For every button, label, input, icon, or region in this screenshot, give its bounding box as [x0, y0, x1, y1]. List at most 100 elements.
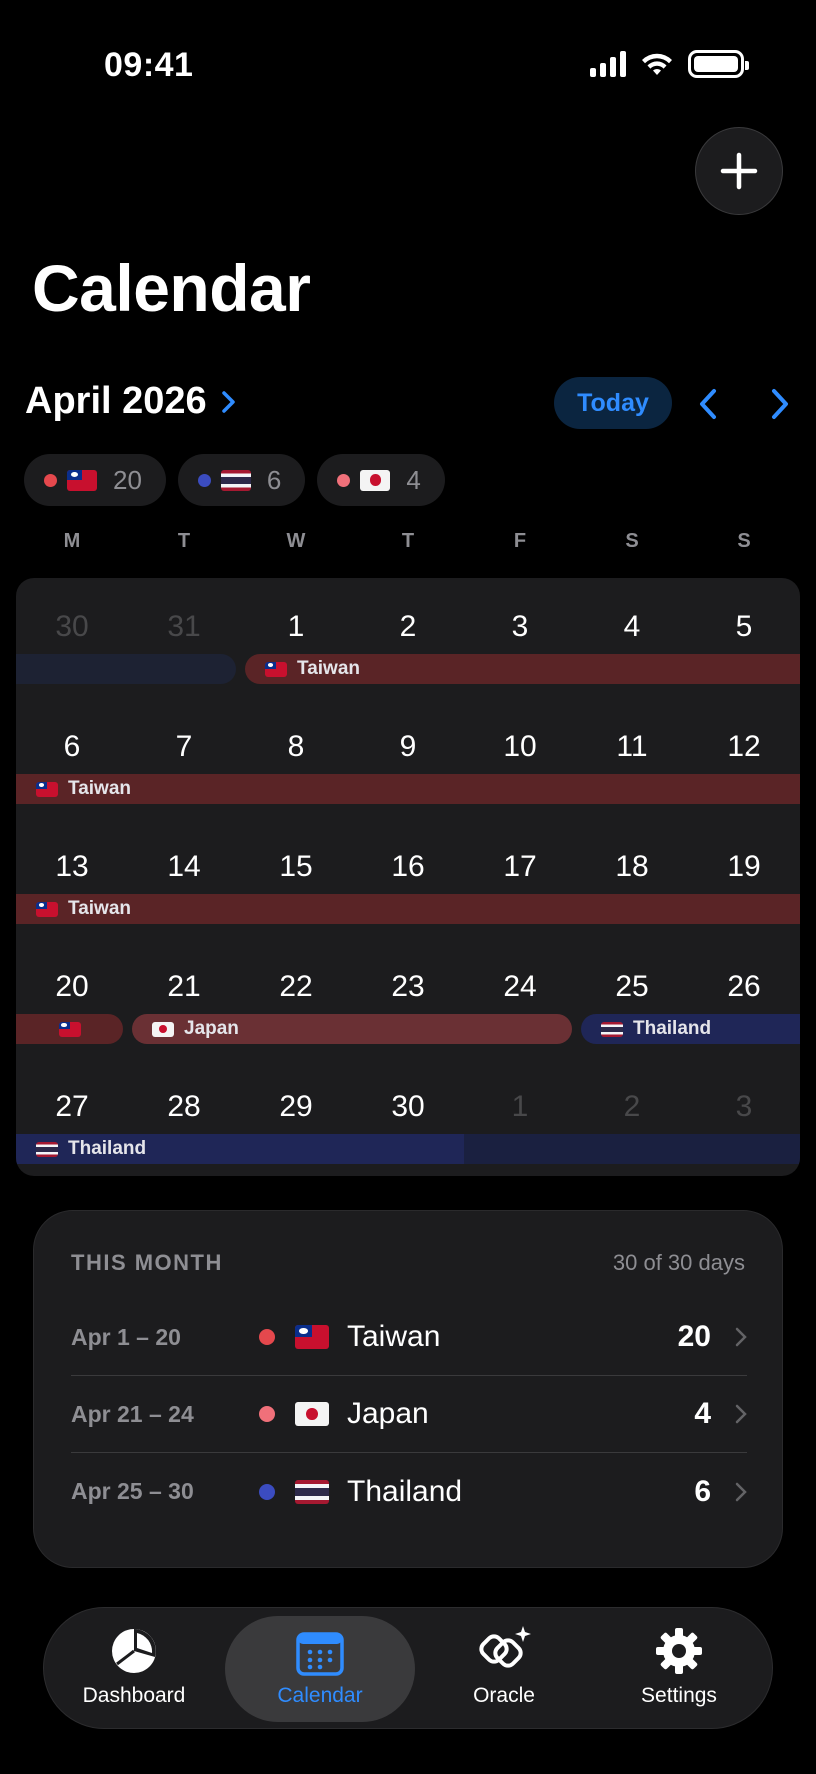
trip-bar-taiwan[interactable]: Taiwan — [16, 774, 800, 804]
cellular-signal-icon — [590, 51, 626, 77]
day-cell[interactable]: 9 — [352, 730, 464, 764]
day-cell[interactable]: 3 — [688, 1090, 800, 1124]
weekday-header: M T W T F S S — [16, 530, 800, 553]
day-cell[interactable]: 26 — [688, 970, 800, 1004]
country-chips: 20 6 4 — [24, 454, 445, 506]
summary-range: Apr 21 – 24 — [71, 1400, 194, 1427]
trip-bar-taiwan[interactable]: Taiwan — [16, 894, 800, 924]
chip-japan[interactable]: 4 — [317, 454, 445, 506]
day-cell[interactable]: 22 — [240, 970, 352, 1004]
chevron-left-icon — [700, 389, 716, 419]
summary-count: 20 — [677, 1320, 711, 1353]
trip-bar-label: Thailand — [68, 1138, 147, 1159]
weekday-label: M — [63, 530, 81, 552]
day-cell[interactable]: 8 — [240, 730, 352, 764]
day-cell[interactable]: 24 — [464, 970, 576, 1004]
trip-bar-label: Taiwan — [68, 898, 131, 919]
summary-row-japan[interactable]: Apr 21 – 24 Japan 4 — [71, 1376, 747, 1453]
day-cell[interactable]: 7 — [128, 730, 240, 764]
chevron-right-icon — [735, 1404, 747, 1424]
day-cell[interactable]: 18 — [576, 850, 688, 884]
thailand-dot — [197, 473, 211, 487]
status-icons — [590, 50, 749, 78]
day-cell[interactable]: 31 — [128, 610, 240, 644]
day-cell[interactable]: 2 — [352, 610, 464, 644]
day-cell[interactable]: 1 — [240, 610, 352, 644]
day-cell[interactable]: 10 — [464, 730, 576, 764]
day-cell[interactable]: 16 — [352, 850, 464, 884]
tab-dashboard[interactable]: Dashboard — [64, 1616, 204, 1722]
add-trip-button[interactable] — [695, 127, 783, 215]
day-cell[interactable]: 30 — [352, 1090, 464, 1124]
day-cell[interactable]: 19 — [688, 850, 800, 884]
day-cell[interactable]: 11 — [576, 730, 688, 764]
tab-calendar[interactable]: Calendar — [225, 1616, 415, 1722]
day-cell[interactable]: 1 — [464, 1090, 576, 1124]
summary-row-taiwan[interactable]: Apr 1 – 20 Taiwan 20 — [71, 1299, 747, 1376]
day-cell[interactable]: 14 — [128, 850, 240, 884]
trip-bar-taiwan[interactable]: Taiwan — [245, 654, 800, 684]
today-button[interactable]: Today — [554, 377, 672, 429]
japan-flag-icon — [152, 1021, 174, 1037]
trip-bar-japan[interactable]: Japan — [132, 1014, 572, 1044]
day-cell[interactable]: 2 — [576, 1090, 688, 1124]
summary-row-thailand[interactable]: Apr 25 – 30 Thailand 6 — [71, 1453, 747, 1530]
previous-month-button[interactable] — [688, 384, 728, 424]
summary-country: Taiwan — [347, 1320, 441, 1353]
trip-bar-thailand[interactable]: Thailand — [16, 1134, 464, 1164]
month-label: April 2026 — [25, 380, 207, 422]
day-cell[interactable]: 27 — [16, 1090, 128, 1124]
day-cell[interactable]: 21 — [128, 970, 240, 1004]
tab-oracle[interactable]: Oracle — [434, 1616, 574, 1722]
day-cell[interactable]: 29 — [240, 1090, 352, 1124]
pie-chart-icon — [112, 1629, 156, 1673]
day-cell[interactable]: 17 — [464, 850, 576, 884]
trip-bar-thailand[interactable]: Thailand — [581, 1014, 800, 1044]
next-month-button[interactable] — [760, 384, 800, 424]
chip-thailand[interactable]: 6 — [177, 454, 306, 506]
oracle-sparkle-icon — [479, 1626, 531, 1668]
summary-country: Japan — [347, 1397, 429, 1430]
day-cell[interactable]: 30 — [16, 610, 128, 644]
calendar-grid: 30 31 1 2 3 4 5 Taiwan 6 7 8 9 10 11 12 … — [16, 578, 800, 1176]
day-cell[interactable]: 13 — [16, 850, 128, 884]
japan-dot — [337, 473, 351, 487]
weekday-label: T — [401, 530, 415, 552]
weekday-label: W — [286, 530, 306, 552]
month-picker[interactable]: April 2026 — [25, 380, 237, 423]
summary-heading: THIS MONTH — [71, 1250, 223, 1275]
summary-count: 6 — [694, 1474, 711, 1508]
tab-settings[interactable]: Settings — [604, 1616, 754, 1722]
chip-count: 4 — [406, 464, 421, 495]
day-cell[interactable]: 3 — [464, 610, 576, 644]
trip-bar-previous[interactable] — [16, 654, 236, 684]
summary-days: 30 of 30 days — [612, 1250, 745, 1275]
gear-icon — [656, 1628, 702, 1674]
day-cell[interactable]: 5 — [688, 610, 800, 644]
trip-bar-taiwan[interactable] — [16, 1014, 123, 1044]
day-cell[interactable]: 28 — [128, 1090, 240, 1124]
plus-icon — [720, 152, 758, 190]
day-cell[interactable]: 20 — [16, 970, 128, 1004]
tab-label: Dashboard — [82, 1684, 186, 1707]
wifi-icon — [642, 53, 672, 75]
trip-bar-thailand-next[interactable] — [464, 1134, 800, 1164]
trip-bar-label: Taiwan — [297, 658, 360, 679]
weekday-label: T — [177, 530, 191, 552]
taiwan-dot — [44, 473, 57, 487]
trip-bar-label: Taiwan — [68, 778, 131, 799]
day-cell[interactable]: 25 — [576, 970, 688, 1004]
chip-count: 6 — [266, 464, 282, 495]
day-cell[interactable]: 23 — [352, 970, 464, 1004]
thailand-dot — [259, 1483, 275, 1500]
day-cell[interactable]: 4 — [576, 610, 688, 644]
trip-bar-label: Japan — [184, 1018, 239, 1039]
day-cell[interactable]: 6 — [16, 730, 128, 764]
weekday-label: S — [625, 530, 639, 552]
summary-count: 4 — [694, 1397, 711, 1430]
status-time: 09:41 — [104, 46, 194, 84]
battery-icon — [688, 50, 749, 78]
day-cell[interactable]: 15 — [240, 850, 352, 884]
chip-taiwan[interactable]: 20 — [24, 454, 166, 506]
day-cell[interactable]: 12 — [688, 730, 800, 764]
